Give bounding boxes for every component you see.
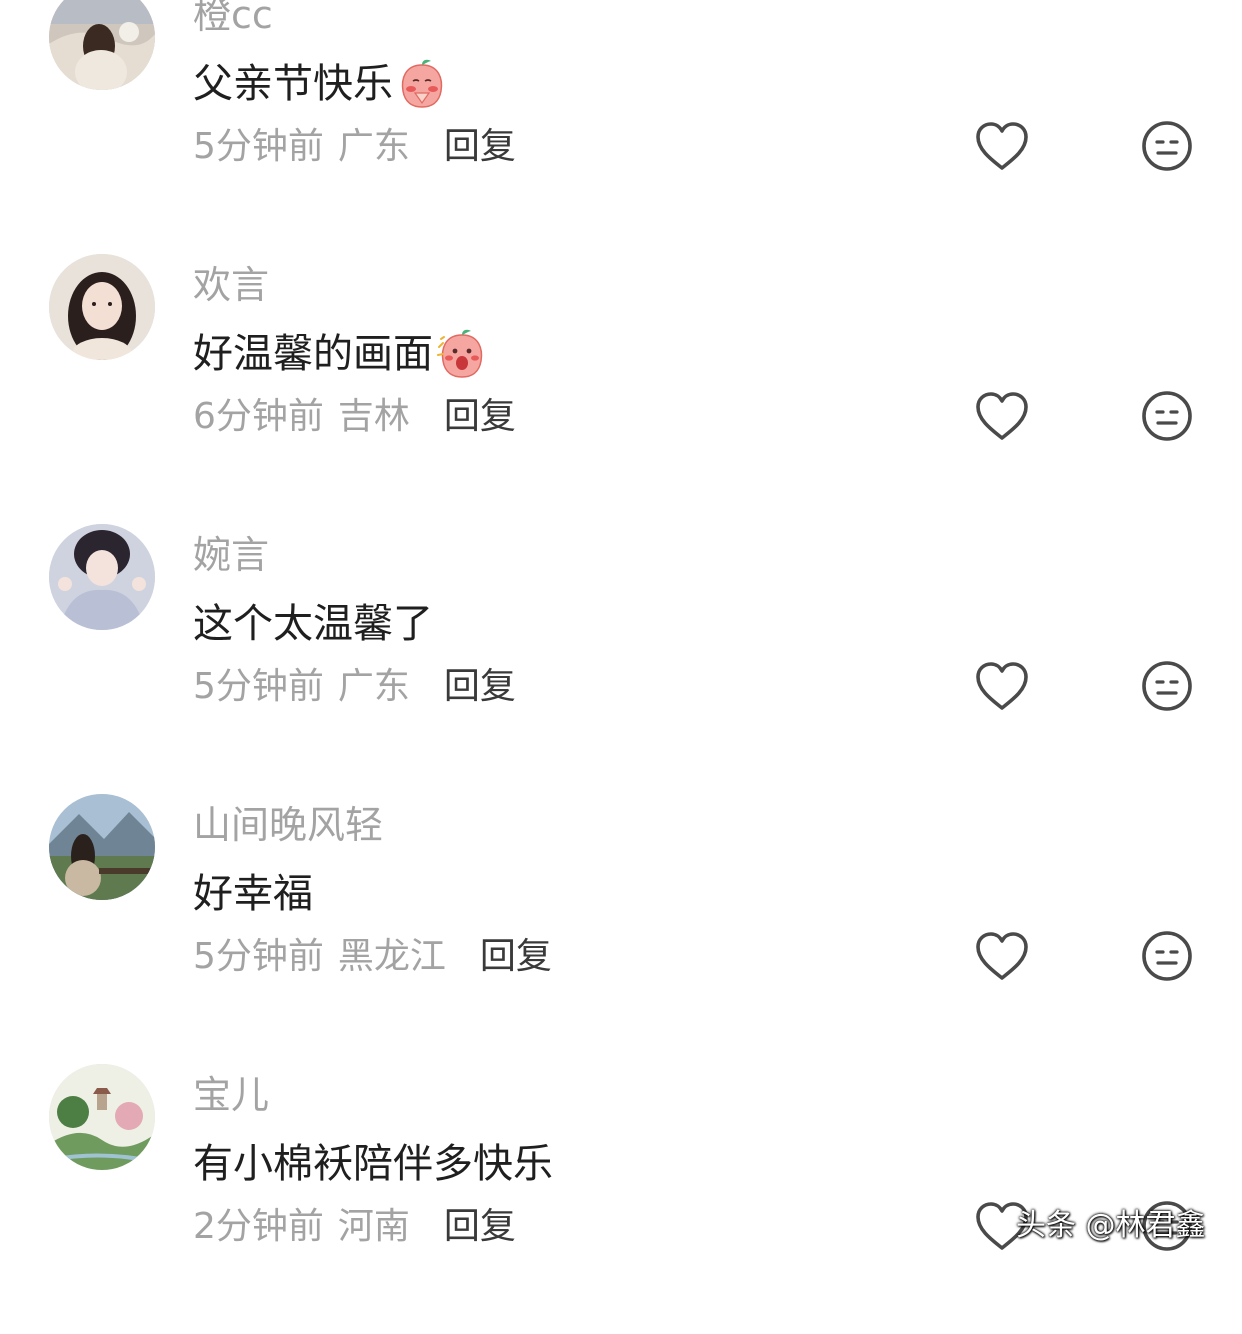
region: 广东 — [337, 126, 410, 167]
comment-text-body: 有小棉袄陪伴多快乐 — [193, 1141, 553, 1187]
heart-outline-icon[interactable] — [974, 660, 1030, 712]
comment-meta: 2分钟前 河南 回复 — [193, 1202, 516, 1252]
comment-text-body: 父亲节快乐 — [193, 61, 393, 107]
timestamp: 5分钟前 — [193, 666, 324, 707]
comment-text: 好温馨的画面 — [193, 326, 489, 382]
region: 吉林 — [337, 396, 410, 437]
comment-item: 婉言 这个太温馨了 5分钟前 广东 回复 — [0, 524, 1242, 794]
timestamp: 6分钟前 — [193, 396, 324, 437]
reply-button[interactable]: 回复 — [480, 932, 552, 982]
comment-item: 橙cc 父亲节快乐 5分钟前 广东 回复 — [0, 0, 1242, 254]
heart-outline-icon[interactable] — [974, 390, 1030, 442]
comment-text: 好幸福 — [193, 866, 313, 922]
avatar[interactable] — [49, 794, 155, 900]
timestamp: 2分钟前 — [193, 1206, 324, 1247]
reply-button[interactable]: 回复 — [444, 1202, 516, 1252]
timestamp: 5分钟前 — [193, 126, 324, 167]
comment-text-body: 好温馨的画面 — [193, 331, 433, 377]
username[interactable]: 婉言 — [193, 530, 269, 580]
reply-button[interactable]: 回复 — [444, 122, 516, 172]
username[interactable]: 山间晚风轻 — [193, 800, 383, 850]
username[interactable]: 欢言 — [193, 260, 269, 310]
meh-face-icon[interactable] — [1141, 930, 1193, 982]
comment-text: 有小棉袄陪伴多快乐 — [193, 1136, 553, 1192]
comment-text: 父亲节快乐 — [193, 56, 449, 112]
comment-meta: 6分钟前 吉林 回复 — [193, 392, 516, 442]
comment-meta: 5分钟前 广东 回复 — [193, 122, 516, 172]
avatar[interactable] — [49, 1064, 155, 1170]
username[interactable]: 宝儿 — [193, 1070, 269, 1120]
avatar[interactable] — [49, 0, 155, 90]
reply-button[interactable]: 回复 — [444, 662, 516, 712]
meh-face-icon[interactable] — [1141, 120, 1193, 172]
heart-outline-icon[interactable] — [974, 120, 1030, 172]
comment-text-body: 好幸福 — [193, 871, 313, 917]
region: 河南 — [337, 1206, 410, 1247]
peach-excited-emoji — [435, 327, 489, 381]
comment-list: 橙cc 父亲节快乐 5分钟前 广东 回复 欢言 好温馨的画面 6分钟前 吉林 回… — [0, 0, 1242, 1270]
comment-item: 山间晚风轻 好幸福 5分钟前 黑龙江 回复 — [0, 794, 1242, 1064]
reply-button[interactable]: 回复 — [444, 392, 516, 442]
timestamp: 5分钟前 — [193, 936, 324, 977]
comment-item: 欢言 好温馨的画面 6分钟前 吉林 回复 — [0, 254, 1242, 524]
comment-text-body: 这个太温馨了 — [193, 601, 433, 647]
comment-meta: 5分钟前 广东 回复 — [193, 662, 516, 712]
comment-item: 宝儿 有小棉袄陪伴多快乐 2分钟前 河南 回复 — [0, 1064, 1242, 1334]
avatar[interactable] — [49, 524, 155, 630]
region: 广东 — [337, 666, 410, 707]
comment-meta: 5分钟前 黑龙江 回复 — [193, 932, 552, 982]
watermark: 头条 @林君鑫 — [1016, 1208, 1206, 1243]
region: 黑龙江 — [337, 936, 446, 977]
avatar[interactable] — [49, 254, 155, 360]
peach-praying-emoji — [395, 57, 449, 111]
username[interactable]: 橙cc — [193, 0, 273, 40]
meh-face-icon[interactable] — [1141, 660, 1193, 712]
heart-outline-icon[interactable] — [974, 930, 1030, 982]
comment-text: 这个太温馨了 — [193, 596, 433, 652]
meh-face-icon[interactable] — [1141, 390, 1193, 442]
